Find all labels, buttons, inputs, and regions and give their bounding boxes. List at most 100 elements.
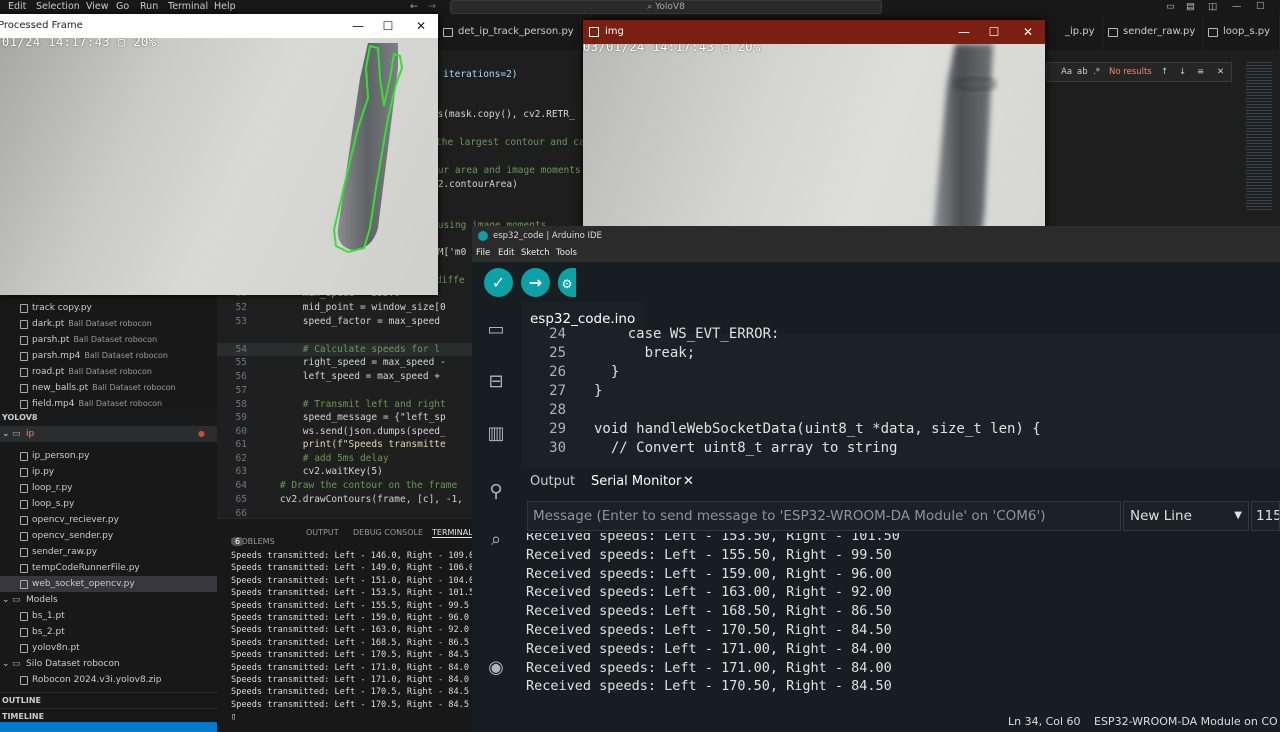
arduino-code-editor[interactable]: 24 case WS_EVT_ERROR: 25 break; 26 } 27}… [522, 326, 1280, 468]
arduino-toolbar: ✓ → ⚙ [472, 262, 1280, 302]
section-label: OUTLINE [2, 696, 41, 705]
menu-file[interactable]: File [476, 248, 490, 258]
search-icon: ⌕ [647, 2, 656, 12]
explorer-item[interactable]: road.pt Ball Dataset robocon [0, 364, 217, 380]
explorer-item[interactable]: bs_2.pt [0, 624, 217, 640]
img-window-titlebar[interactable]: img — ☐ ✕ [583, 20, 1045, 44]
line-ending-select[interactable]: New Line ▼ [1123, 501, 1249, 531]
tab-sender-raw[interactable]: sender_raw.py [1103, 14, 1203, 50]
explorer-item[interactable]: new_balls.pt Ball Dataset robocon [0, 380, 217, 396]
menu-sketch[interactable]: Sketch [521, 248, 550, 258]
tab-output[interactable]: OUTPUT [306, 528, 339, 537]
explorer-item[interactable]: opencv_reciever.py [0, 512, 217, 528]
search-icon[interactable]: ⌕ [483, 528, 509, 552]
explorer-item[interactable]: parsh.mp4 Ball Dataset robocon [0, 348, 217, 364]
explorer-item[interactable]: ip_person.py [0, 448, 217, 464]
account-icon[interactable]: ◉ [483, 656, 509, 680]
whole-word-toggle[interactable]: ab [1077, 67, 1088, 77]
arduino-titlebar[interactable]: esp32_code | Arduino IDE [472, 226, 1280, 246]
explorer-item[interactable]: loop_r.py [0, 480, 217, 496]
tab-det-ip-track-person[interactable]: det_ip_track_person.py [438, 14, 581, 50]
tab-output[interactable]: Output [530, 474, 575, 489]
debug-button[interactable]: ⚙ [558, 268, 576, 297]
file-icon [20, 304, 28, 313]
explorer-item-selected[interactable]: web_socket_opencv.py [0, 576, 217, 592]
menu-view[interactable]: View [86, 1, 109, 12]
explorer-item[interactable]: track copy.py [0, 300, 217, 316]
serial-monitor-output[interactable]: Received speeds: Left - 153.50, Right - … [522, 533, 1280, 717]
serial-message-input[interactable]: Message (Enter to send message to 'ESP32… [527, 501, 1121, 531]
board-manager-icon[interactable]: ⊟ [483, 370, 509, 394]
menu-selection[interactable]: Selection [36, 1, 80, 12]
explorer-item[interactable]: sender_raw.py [0, 544, 217, 560]
file-name: ip.py [32, 467, 55, 477]
explorer-item[interactable]: Robocon 2024.v3i.yolov8.zip [0, 672, 217, 688]
menu-help[interactable]: Help [214, 1, 236, 12]
menu-edit[interactable]: Edit [498, 248, 514, 258]
menu-run[interactable]: Run [140, 1, 158, 12]
folder-models[interactable]: ⌄ ▭ Models [0, 592, 217, 608]
baud-rate-select[interactable]: 115 [1251, 501, 1280, 531]
python-editor[interactable]: 51 max_speed = 255.0 52 mid_point = wind… [217, 288, 472, 519]
menu-tools[interactable]: Tools [556, 248, 577, 258]
processed-frame-titlebar[interactable]: Processed Frame — ☐ ✕ [0, 14, 438, 38]
layout-icon[interactable]: ▭ [1166, 1, 1175, 12]
close-icon[interactable]: ✕ [683, 474, 694, 489]
tab-terminal[interactable]: TERMINAL [432, 528, 473, 538]
menu-edit[interactable]: Edit [8, 1, 26, 12]
tab-loop-s[interactable]: loop_s.py [1203, 14, 1280, 50]
code-line: 29 void handleWebSocketData(uint8_t *data… [549, 421, 1041, 437]
explorer-item[interactable]: ip.py [0, 464, 217, 480]
section-outline[interactable]: OUTLINE [0, 692, 217, 708]
sidebar-toggle-icon[interactable]: ◫ [1208, 1, 1217, 12]
explorer-item[interactable]: tempCodeRunnerFile.py [0, 560, 217, 576]
minimize-icon[interactable]: — [947, 20, 981, 44]
code-line: urs(mask.copy(), cv2.RETR_ [426, 109, 575, 120]
folder-icon[interactable]: ▭ [483, 318, 509, 342]
explorer-item[interactable]: dark.pt Ball Dataset robocon [0, 316, 217, 332]
find-in-selection-icon[interactable]: ≡ [1197, 67, 1204, 77]
explorer-item[interactable]: loop_s.py [0, 496, 217, 512]
explorer-item[interactable]: bs_1.pt [0, 608, 217, 624]
explorer-item[interactable]: yolov8n.pt [0, 640, 217, 656]
folder-silo[interactable]: ⌄ ▭ Silo Dataset robocon [0, 656, 217, 672]
close-find-icon[interactable]: ✕ [1217, 67, 1224, 77]
tab-debug-console[interactable]: DEBUG CONSOLE [353, 528, 423, 537]
regex-toggle[interactable]: .* [1093, 67, 1100, 77]
maximize-icon[interactable]: ☐ [1256, 1, 1265, 12]
file-hint: Ball Dataset robocon [73, 335, 158, 344]
minimap[interactable] [1240, 56, 1280, 220]
explorer-item[interactable]: parsh.pt Ball Dataset robocon [0, 332, 217, 348]
code-line: 64 # Draw the contour on the frame [235, 480, 458, 491]
forward-arrow-icon[interactable]: → [428, 1, 436, 12]
terminal-line: Speeds transmitted: Left - 168.5, Right … [231, 637, 469, 648]
maximize-icon[interactable]: ☐ [977, 20, 1011, 44]
debug-icon[interactable]: ⚲ [483, 480, 509, 504]
input-placeholder: Message (Enter to send message to 'ESP32… [533, 508, 1046, 524]
panel-toggle-icon[interactable]: ▤ [1186, 1, 1195, 12]
match-case-toggle[interactable]: Aa [1061, 67, 1072, 77]
close-icon[interactable]: ✕ [1011, 20, 1045, 44]
file-hint: Ball Dataset robocon [92, 383, 176, 392]
verify-button[interactable]: ✓ [484, 268, 513, 297]
maximize-icon[interactable]: ☐ [371, 14, 405, 38]
minimize-icon[interactable]: — [341, 14, 375, 38]
next-match-icon[interactable]: ↓ [1179, 67, 1186, 77]
upload-button[interactable]: → [521, 268, 550, 297]
modified-dot-icon: ● [198, 429, 205, 438]
close-icon[interactable]: ✕ [404, 14, 438, 38]
code-line: 27} [549, 383, 603, 399]
command-center-search[interactable]: ⌕ YoloV8 [450, 0, 882, 14]
explorer-item[interactable]: opencv_sender.py [0, 528, 217, 544]
back-arrow-icon[interactable]: ← [410, 1, 418, 12]
previous-match-icon[interactable]: ↑ [1161, 67, 1168, 77]
terminal[interactable]: Speeds transmitted: Left - 146.0, Right … [217, 546, 474, 732]
menu-go[interactable]: Go [116, 1, 129, 12]
tab-ip[interactable]: _ip.py [1045, 14, 1103, 50]
tab-serial-monitor[interactable]: Serial Monitor [591, 474, 681, 489]
folder-ip[interactable]: ⌄ ▭ ip ● [0, 426, 217, 442]
section-yolov8[interactable]: YOLOV8 [0, 410, 217, 426]
minimize-icon[interactable]: — [1232, 1, 1242, 12]
library-manager-icon[interactable]: ▥ [483, 422, 509, 446]
menu-terminal[interactable]: Terminal [168, 1, 208, 12]
